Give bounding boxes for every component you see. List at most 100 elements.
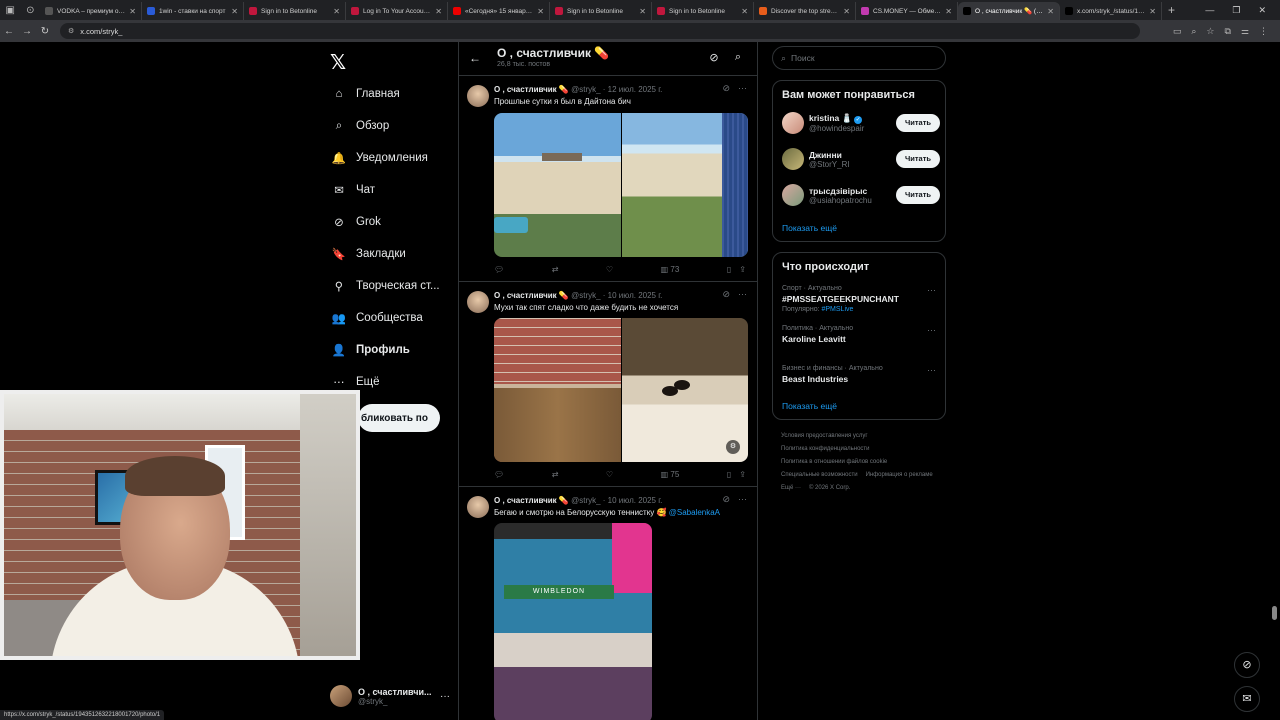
browser-tab[interactable]: VODKA – премиум онл... ✕: [40, 2, 142, 20]
footer-link[interactable]: Условия предоставления услуг: [781, 430, 868, 443]
browser-tab[interactable]: О , счастливчик 💊 (@... ✕: [958, 2, 1060, 20]
search-input[interactable]: ⌕ Поиск: [772, 46, 946, 70]
show-more-link[interactable]: Показать ещё: [782, 401, 837, 411]
tab-close-icon[interactable]: ✕: [537, 7, 544, 16]
reply-icon[interactable]: 💬︎: [494, 265, 504, 274]
tweet-photo[interactable]: WIMBLEDON: [494, 523, 652, 720]
suggested-user[interactable]: kristina 🧂 ✓ @howindespair Читать: [782, 109, 940, 137]
footer-link[interactable]: Политика конфиденциальности: [781, 443, 870, 456]
nav-item-home[interactable]: ⌂ Главная: [330, 82, 400, 106]
show-more-link[interactable]: Показать ещё: [782, 223, 837, 233]
post-button[interactable]: бликовать по: [358, 404, 440, 432]
suggested-user[interactable]: трысдзівірыс @usiahopatrochu Читать: [782, 181, 940, 209]
suggested-user[interactable]: Джинни @StorY_RI Читать: [782, 145, 940, 173]
tab-close-icon[interactable]: ✕: [1047, 7, 1054, 16]
nav-item-search[interactable]: ⌕ Обзор: [330, 114, 389, 138]
trend-item[interactable]: Политика · Актуально Karoline Leavitt ···: [782, 325, 940, 344]
media-badge-icon[interactable]: ⚙: [726, 440, 740, 454]
tweet-more-icon[interactable]: ···: [738, 494, 747, 505]
reply-icon[interactable]: 💬︎: [494, 470, 504, 479]
footer-link[interactable]: Информация о рекламе: [866, 469, 933, 482]
menu-icon[interactable]: ⋮: [1259, 26, 1268, 37]
forward-icon[interactable]: →: [18, 26, 36, 37]
browser-tab[interactable]: Sign in to Betonline ✕: [244, 2, 346, 20]
tweet[interactable]: О , счастливчик 💊 @stryk_ · 10 июл. 2025…: [459, 488, 757, 720]
tweet-mention[interactable]: @SabalenkaA: [669, 508, 720, 517]
tweet-author[interactable]: О , счастливчик 💊: [494, 85, 569, 94]
share-icon[interactable]: ⇪: [739, 265, 746, 274]
grok-icon[interactable]: ⊘: [707, 51, 721, 65]
tweet[interactable]: О , счастливчик 💊 @stryk_ · 12 июл. 2025…: [459, 77, 757, 282]
url-field[interactable]: ⚙ x.com/stryk_: [60, 23, 1140, 39]
profile-menu-icon[interactable]: ⚌: [1241, 26, 1249, 37]
avatar[interactable]: [782, 112, 804, 134]
tweet-photo[interactable]: [494, 113, 621, 257]
nav-item-bell[interactable]: 🔔 Уведомления: [330, 146, 428, 170]
browser-tab[interactable]: 1win - ставки на спорт ✕: [142, 2, 244, 20]
tweet-author[interactable]: О , счастливчик 💊: [494, 496, 569, 505]
views[interactable]: ▥ 75: [661, 470, 680, 479]
nav-item-communities[interactable]: 👥 Сообщества: [330, 306, 423, 330]
trend-more-icon[interactable]: ···: [927, 365, 936, 375]
browser-tab[interactable]: Sign in to Betonline ✕: [652, 2, 754, 20]
browser-tab[interactable]: x.com/stryk_/status/195... ✕: [1060, 2, 1162, 20]
tweet-date[interactable]: · 10 июл. 2025 г.: [603, 496, 663, 505]
x-logo-icon[interactable]: 𝕏: [330, 50, 346, 75]
views[interactable]: ▥ 73: [661, 265, 680, 274]
minimize-icon[interactable]: —: [1205, 5, 1214, 15]
cast-icon[interactable]: ▭: [1173, 26, 1182, 37]
star-icon[interactable]: ☆: [1206, 26, 1214, 37]
trend-sub-link[interactable]: #PMSLive: [821, 306, 853, 313]
tweet-more-icon[interactable]: ···: [738, 83, 747, 94]
close-window-icon[interactable]: ✕: [1258, 5, 1266, 16]
tab-close-icon[interactable]: ✕: [435, 7, 442, 16]
grok-icon[interactable]: ⊘: [722, 83, 730, 94]
tab-close-icon[interactable]: ✕: [741, 7, 748, 16]
tweet-date[interactable]: · 12 июл. 2025 г.: [603, 85, 663, 94]
browser-tab[interactable]: Sign in to Betonline ✕: [550, 2, 652, 20]
footer-link[interactable]: Ещё ···: [781, 482, 801, 495]
follow-button[interactable]: Читать: [896, 114, 940, 132]
tweet-author[interactable]: О , счастливчик 💊: [494, 291, 569, 300]
tab-close-icon[interactable]: ✕: [639, 7, 646, 16]
browser-tab[interactable]: Discover the top stream... ✕: [754, 2, 856, 20]
grok-fab-icon[interactable]: ⊘: [1234, 652, 1260, 678]
account-switcher[interactable]: О , счастливчи... @stryk_ ···: [330, 682, 450, 710]
tab-close-icon[interactable]: ✕: [333, 7, 340, 16]
tweet-media[interactable]: [494, 113, 748, 257]
like-icon[interactable]: ♡: [606, 265, 613, 274]
nav-item-mail[interactable]: ✉ Чат: [330, 178, 375, 202]
scrollbar[interactable]: [1272, 606, 1277, 620]
zoom-icon[interactable]: ⌕: [1191, 26, 1196, 37]
back-icon[interactable]: ←: [0, 26, 18, 37]
extensions-icon[interactable]: ⧉: [1224, 26, 1230, 37]
tab-close-icon[interactable]: ✕: [1149, 7, 1156, 16]
trend-item[interactable]: Бизнес и финансы · Актуально Beast Indust…: [782, 365, 940, 384]
tweet[interactable]: О , счастливчик 💊 @stryk_ · 10 июл. 2025…: [459, 283, 757, 487]
tweet-handle[interactable]: @stryk_: [571, 85, 600, 94]
tweet-photo[interactable]: [621, 113, 748, 257]
new-tab-button[interactable]: +: [1168, 3, 1175, 17]
nav-item-bookmark[interactable]: 🔖 Закладки: [330, 242, 406, 266]
footer-link[interactable]: © 2026 X Corp.: [809, 482, 850, 495]
reload-icon[interactable]: ↻: [36, 26, 54, 37]
trend-item[interactable]: Спорт · Актуально #PMSSEATGEEKPUNCHANT Поп…: [782, 285, 940, 313]
tab-close-icon[interactable]: ✕: [843, 7, 850, 16]
restore-icon[interactable]: ❐: [1232, 5, 1240, 16]
tab-close-icon[interactable]: ✕: [231, 7, 238, 16]
bookmark-icon[interactable]: ▯: [727, 470, 731, 479]
trend-more-icon[interactable]: ···: [927, 285, 936, 295]
follow-button[interactable]: Читать: [896, 150, 940, 168]
retweet-icon[interactable]: ⇄: [552, 265, 559, 274]
tweet-handle[interactable]: @stryk_: [571, 496, 600, 505]
nav-item-profile[interactable]: 👤 Профиль: [330, 338, 410, 362]
share-icon[interactable]: ⇪: [739, 470, 746, 479]
tweet-date[interactable]: · 10 июл. 2025 г.: [603, 291, 663, 300]
browser-tab[interactable]: CS.MONEY — Обмен ск...✕: [856, 2, 958, 20]
account-more-icon[interactable]: ···: [440, 691, 450, 702]
trend-more-icon[interactable]: ···: [927, 325, 936, 335]
nav-item-grok[interactable]: ⊘ Grok: [330, 210, 381, 234]
tweet-photo[interactable]: ⚙: [621, 318, 748, 462]
site-info-icon[interactable]: ⚙: [68, 27, 74, 35]
grok-icon[interactable]: ⊘: [722, 494, 730, 505]
